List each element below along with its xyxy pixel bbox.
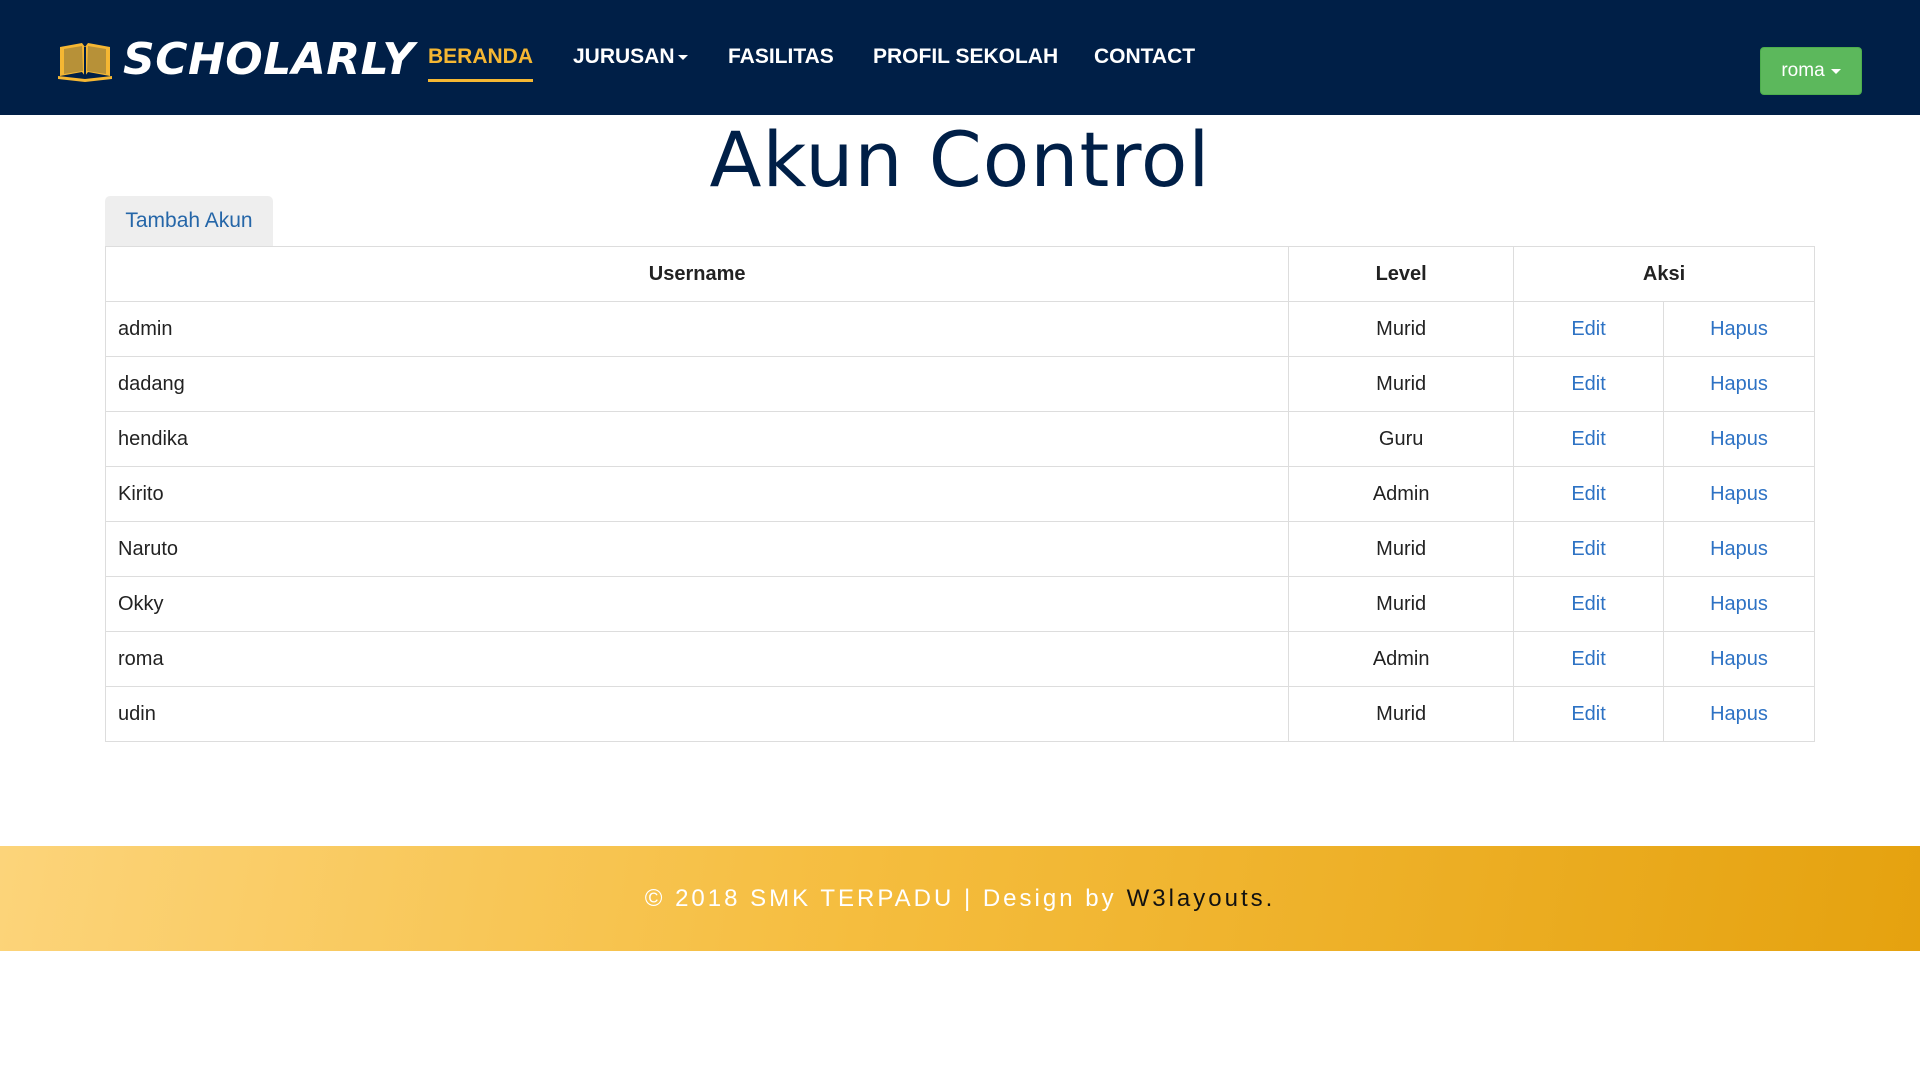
edit-link[interactable]: Edit (1513, 686, 1665, 742)
level-cell: Guru (1288, 411, 1515, 467)
delete-link[interactable]: Hapus (1663, 521, 1815, 577)
delete-link[interactable]: Hapus (1663, 466, 1815, 522)
edit-link[interactable]: Edit (1513, 356, 1665, 412)
table-row: admin Murid Edit Hapus (104, 301, 1815, 357)
edit-link[interactable]: Edit (1513, 631, 1665, 687)
username-cell: roma (104, 631, 1290, 687)
column-header-username: Username (104, 246, 1290, 302)
footer-credit-link[interactable]: W3layouts. (1127, 885, 1276, 913)
nav-item-profil-sekolah[interactable]: PROFIL SEKOLAH (873, 40, 1058, 74)
user-menu-label: roma (1781, 60, 1825, 81)
username-cell: admin (104, 301, 1290, 357)
nav-item-jurusan[interactable]: JURUSAN (573, 40, 688, 74)
delete-link[interactable]: Hapus (1663, 576, 1815, 632)
table-row: Kirito Admin Edit Hapus (104, 466, 1815, 522)
edit-link[interactable]: Edit (1513, 576, 1665, 632)
edit-link[interactable]: Edit (1513, 301, 1665, 357)
username-cell: Naruto (104, 521, 1290, 577)
footer-copyright: © 2018 SMK TERPADU | Design by (644, 884, 1117, 912)
nav-item-fasilitas[interactable]: FASILITAS (728, 40, 834, 74)
nav-item-label: PROFIL SEKOLAH (873, 45, 1059, 68)
brand-logo[interactable]: SCHOLARLY (57, 30, 415, 90)
table-row: Naruto Murid Edit Hapus (104, 521, 1815, 577)
brand-name: SCHOLARLY (123, 34, 415, 85)
delete-link[interactable]: Hapus (1663, 686, 1815, 742)
table-row: roma Admin Edit Hapus (104, 631, 1815, 687)
nav-item-label: JURUSAN (573, 45, 675, 68)
caret-down-icon (1830, 68, 1841, 74)
delete-link[interactable]: Hapus (1663, 356, 1815, 412)
edit-link[interactable]: Edit (1513, 521, 1665, 577)
caret-down-icon (677, 54, 688, 60)
level-cell: Murid (1288, 356, 1515, 412)
delete-link[interactable]: Hapus (1663, 411, 1815, 467)
footer: © 2018 SMK TERPADU | Design by W3layouts… (0, 846, 1920, 951)
column-header-actions: Aksi (1513, 246, 1815, 302)
page-title: Akun Control (709, 115, 1211, 204)
username-cell: udin (104, 686, 1290, 742)
username-cell: hendika (104, 411, 1290, 467)
level-cell: Admin (1288, 466, 1515, 522)
table-row: dadang Murid Edit Hapus (104, 356, 1815, 412)
open-book-icon (57, 38, 113, 82)
table-row: Okky Murid Edit Hapus (104, 576, 1815, 632)
level-cell: Murid (1288, 521, 1515, 577)
edit-link[interactable]: Edit (1513, 466, 1665, 522)
username-cell: Okky (104, 576, 1290, 632)
navbar: SCHOLARLY BERANDA JURUSAN FASILITAS PROF… (0, 0, 1920, 115)
delete-link[interactable]: Hapus (1663, 301, 1815, 357)
username-cell: dadang (104, 356, 1290, 412)
accounts-table: Username Level Aksi admin Murid Edit Hap… (104, 246, 1815, 742)
user-menu-button[interactable]: roma (1760, 47, 1862, 95)
nav-item-beranda[interactable]: BERANDA (428, 40, 533, 82)
level-cell: Admin (1288, 631, 1515, 687)
delete-link[interactable]: Hapus (1663, 631, 1815, 687)
table-row: hendika Guru Edit Hapus (104, 411, 1815, 467)
nav-item-label: BERANDA (428, 45, 533, 68)
nav-item-label: CONTACT (1094, 45, 1196, 68)
edit-link[interactable]: Edit (1513, 411, 1665, 467)
level-cell: Murid (1288, 301, 1515, 357)
nav-item-label: FASILITAS (728, 45, 834, 68)
level-cell: Murid (1288, 686, 1515, 742)
add-account-button[interactable]: Tambah Akun (105, 196, 273, 246)
table-header-row: Username Level Aksi (104, 246, 1815, 302)
column-header-level: Level (1288, 246, 1515, 302)
table-row: udin Murid Edit Hapus (104, 686, 1815, 742)
username-cell: Kirito (104, 466, 1290, 522)
level-cell: Murid (1288, 576, 1515, 632)
active-underline (428, 79, 533, 82)
nav-item-contact[interactable]: CONTACT (1094, 40, 1195, 74)
